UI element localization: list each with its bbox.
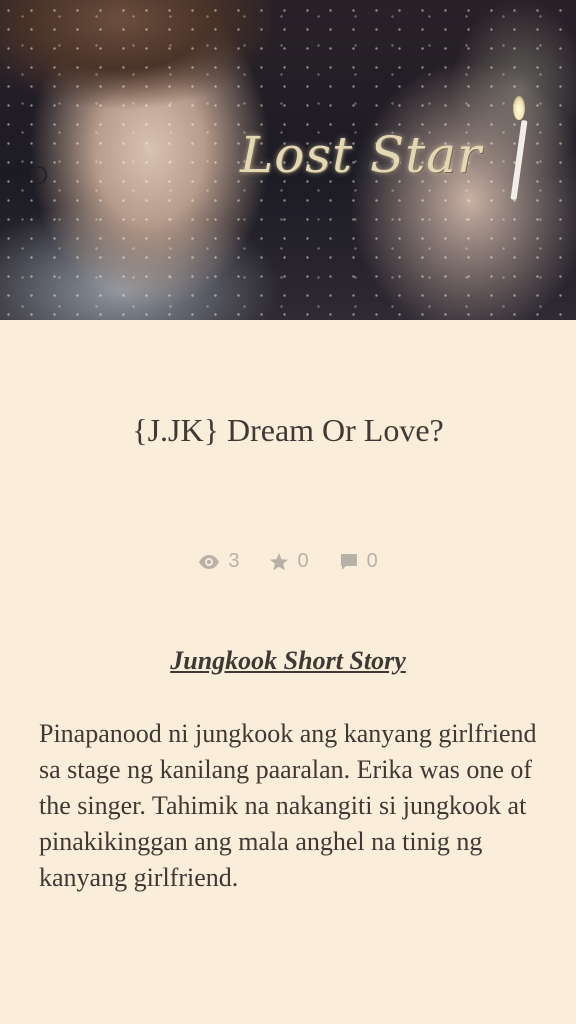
story-title: {J.JK} Dream Or Love?: [132, 412, 444, 448]
eye-icon: [198, 554, 220, 570]
cover-flame: [513, 96, 525, 120]
cover-logo-text: Lost Star: [240, 126, 483, 184]
story-paragraph: Pinapanood ni jungkook ang kanyang girlf…: [39, 719, 537, 892]
votes-count: 0: [297, 550, 309, 572]
comments-count: 0: [366, 550, 378, 572]
views-stat: 3: [198, 550, 239, 573]
story-body: Pinapanood ni jungkook ang kanyang girlf…: [39, 716, 549, 896]
star-icon: [269, 552, 289, 572]
views-count: 3: [228, 550, 240, 572]
story-stats: 3 0 0: [0, 550, 576, 573]
comment-icon: [339, 552, 359, 572]
story-subtitle: Jungkook Short Story: [170, 646, 406, 675]
cover-image: Lost Star: [0, 0, 576, 320]
comments-stat: 0: [339, 550, 378, 573]
cover-earring: [31, 166, 47, 184]
votes-stat: 0: [269, 550, 309, 573]
